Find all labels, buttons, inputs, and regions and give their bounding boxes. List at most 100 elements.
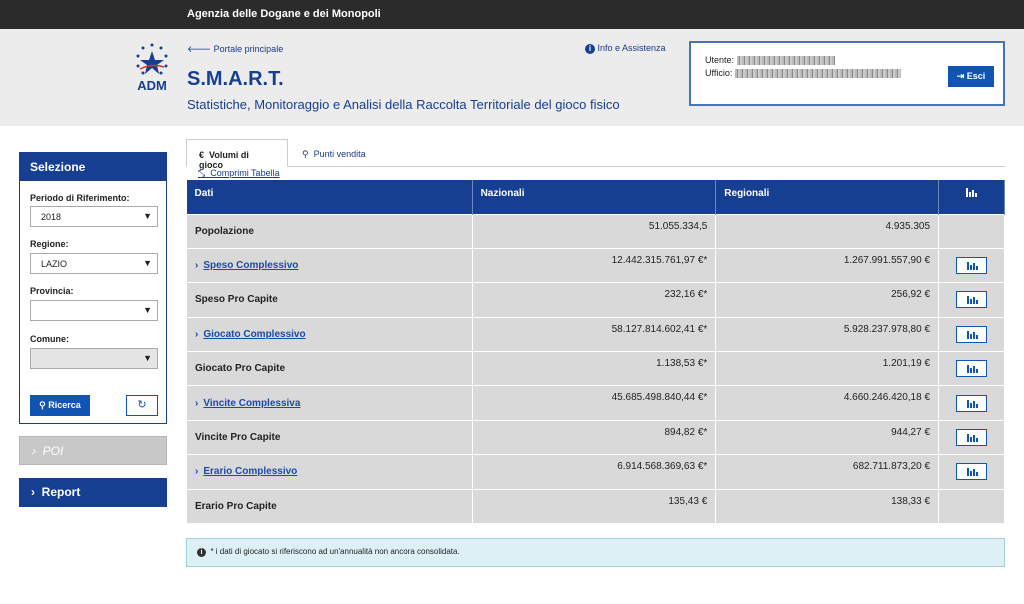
show-chart-button[interactable] bbox=[956, 325, 987, 343]
province-select[interactable]: ▼ bbox=[30, 300, 158, 321]
cell-chart bbox=[938, 282, 1005, 318]
caret-down-icon: ▼ bbox=[143, 353, 152, 363]
office-label: Ufficio: bbox=[705, 68, 733, 78]
table-row: Erario Pro Capite 135,43 €138,33 € bbox=[186, 488, 1005, 525]
refresh-icon: ↻ bbox=[137, 399, 147, 411]
chevron-right-icon: › bbox=[195, 397, 199, 409]
cell-nazionali: 51.055.334,5 bbox=[471, 213, 717, 249]
report-label: Report bbox=[41, 485, 81, 499]
cell-chart bbox=[938, 316, 1005, 353]
user-label: Utente: bbox=[705, 55, 735, 65]
poi-menu-item[interactable]: › POI bbox=[19, 436, 167, 465]
chevron-right-icon: › bbox=[195, 466, 199, 478]
office-value-redacted bbox=[734, 69, 901, 79]
arrow-left-icon: 🡐 bbox=[187, 44, 212, 54]
office-row: Ufficio: bbox=[705, 68, 901, 79]
expand-row-link[interactable]: Giocato Complessivo bbox=[203, 329, 305, 340]
info-assistance-link[interactable]: i Info e Assistenza bbox=[585, 43, 666, 54]
chevron-right-icon: › bbox=[31, 485, 35, 499]
cell-regionali: 944,27 € bbox=[715, 419, 940, 456]
table-row: Speso Pro Capite 232,16 €* 256,92 € bbox=[186, 282, 1005, 318]
table-header-row: Dati Nazionali Regionali bbox=[186, 180, 1005, 214]
expand-row-link[interactable]: Erario Complessivo bbox=[203, 466, 297, 477]
row-label: Vincite Pro Capite bbox=[195, 432, 281, 444]
caret-down-icon: ▼ bbox=[143, 211, 152, 221]
cell-label[interactable]: › Vincite Complessiva bbox=[186, 385, 473, 421]
cell-label[interactable]: › Speso Complessivo bbox=[186, 247, 473, 284]
show-chart-button[interactable] bbox=[956, 257, 987, 275]
cell-nazionali: 6.914.568.369,63 €* bbox=[471, 454, 717, 490]
caret-down-icon: ▼ bbox=[143, 305, 152, 315]
region-select[interactable]: LAZIO ▼ bbox=[30, 253, 158, 274]
show-chart-button[interactable] bbox=[956, 429, 987, 447]
tab-volumi-di-gioco[interactable]: € Volumi di gioco bbox=[186, 139, 288, 170]
tab-label: Volumi di gioco bbox=[199, 150, 249, 170]
show-chart-button[interactable] bbox=[956, 463, 987, 481]
expand-row-link[interactable]: Vincite Complessiva bbox=[203, 398, 300, 409]
selection-panel: Selezione Periodo di Riferimento: 2018 ▼… bbox=[19, 152, 167, 424]
euro-icon: € bbox=[199, 150, 205, 160]
expand-row-link[interactable]: Speso Complessivo bbox=[203, 260, 298, 271]
back-to-portal-link[interactable]: 🡐 Portale principale bbox=[187, 44, 283, 55]
cell-chart bbox=[938, 419, 1005, 456]
search-button[interactable]: ⚲ Ricerca bbox=[30, 395, 90, 416]
user-row: Utente: bbox=[705, 55, 835, 66]
comune-select[interactable]: ▼ bbox=[30, 348, 158, 369]
user-value-redacted bbox=[736, 56, 835, 66]
period-label: Periodo di Riferimento: bbox=[30, 193, 130, 203]
cell-regionali: 1.267.991.557,90 € bbox=[715, 247, 940, 284]
info-icon: i bbox=[585, 44, 595, 54]
footnote-alert: i * i dati di giocato si riferiscono ad … bbox=[186, 538, 1005, 567]
cell-label: Erario Pro Capite bbox=[186, 488, 473, 525]
cell-label: Speso Pro Capite bbox=[186, 282, 473, 318]
data-table: Dati Nazionali Regionali Popolazione 51.0… bbox=[186, 180, 1005, 525]
chevron-right-icon: › bbox=[32, 444, 36, 458]
cell-chart bbox=[938, 213, 1005, 249]
row-label: Erario Pro Capite bbox=[195, 500, 277, 512]
bar-chart-icon bbox=[967, 468, 978, 477]
table-row: › Vincite Complessiva 45.685.498.840,44 €*… bbox=[186, 385, 1005, 421]
cell-chart bbox=[938, 247, 1005, 284]
cell-chart bbox=[938, 488, 1005, 525]
cell-nazionali: 232,16 €* bbox=[471, 282, 717, 318]
show-chart-button[interactable] bbox=[956, 291, 987, 309]
period-select[interactable]: 2018 ▼ bbox=[30, 206, 158, 227]
table-row: Giocato Pro Capite 1.138,53 €* 1.201,19 € bbox=[186, 351, 1005, 387]
table-row: Popolazione 51.055.334,5 4.935.305 bbox=[186, 213, 1005, 249]
tab-bar: € Volumi di gioco ⚲ Punti vendita bbox=[186, 139, 1005, 170]
search-button-label: Ricerca bbox=[48, 400, 81, 410]
report-menu-item[interactable]: › Report bbox=[19, 478, 167, 507]
col-header-dati: Dati bbox=[186, 180, 473, 214]
tab-punti-vendita[interactable]: ⚲ Punti vendita bbox=[290, 139, 378, 167]
table-row: › Speso Complessivo 12.442.315.761,97 €* 1.… bbox=[186, 247, 1005, 284]
bar-chart-icon bbox=[966, 188, 977, 197]
show-chart-button[interactable] bbox=[956, 394, 987, 412]
cell-nazionali: 12.442.315.761,97 €* bbox=[471, 247, 717, 284]
cell-label[interactable]: › Giocato Complessivo bbox=[186, 316, 473, 353]
cell-label: Vincite Pro Capite bbox=[186, 419, 473, 456]
show-chart-button[interactable] bbox=[956, 360, 987, 378]
row-label: Giocato Pro Capite bbox=[195, 363, 286, 375]
selection-title: Selezione bbox=[20, 153, 166, 181]
compress-icon: ⤡ bbox=[198, 168, 206, 178]
top-bar: Agenzia delle Dogane e dei Monopoli bbox=[0, 0, 1024, 29]
cell-chart bbox=[938, 385, 1005, 421]
cell-chart bbox=[938, 351, 1005, 387]
logo-text: ADM bbox=[137, 78, 167, 93]
caret-down-icon: ▼ bbox=[143, 258, 152, 268]
cell-label[interactable]: › Erario Complessivo bbox=[186, 454, 473, 490]
bar-chart-icon bbox=[967, 399, 978, 408]
chevron-right-icon: › bbox=[195, 328, 199, 340]
collapse-table-link[interactable]: ⤡ Comprimi Tabella bbox=[198, 168, 280, 179]
cell-regionali: 5.928.237.978,80 € bbox=[715, 316, 940, 353]
logout-button[interactable]: ⇥ Esci bbox=[948, 66, 994, 87]
footnote-text: * i dati di giocato si riferiscono ad un… bbox=[210, 547, 460, 556]
cell-regionali: 4.660.246.420,18 € bbox=[715, 385, 940, 421]
cell-label: Giocato Pro Capite bbox=[186, 351, 473, 387]
reset-button[interactable]: ↻ bbox=[126, 395, 158, 416]
region-label: Regione: bbox=[30, 239, 69, 249]
cell-regionali: 1.201,19 € bbox=[715, 351, 940, 387]
search-icon: ⚲ bbox=[39, 400, 46, 410]
cell-nazionali: 1.138,53 €* bbox=[471, 351, 717, 387]
tab-label: Punti vendita bbox=[313, 149, 366, 159]
